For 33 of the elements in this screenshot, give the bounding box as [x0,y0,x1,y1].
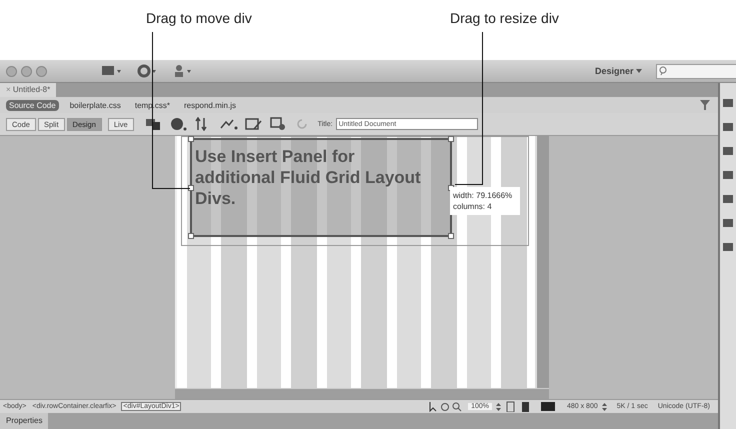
resize-handle[interactable] [448,136,454,142]
workspace-dropdown[interactable]: Designer [594,66,642,76]
horizontal-scrollbar[interactable] [175,388,549,399]
div-placeholder-text: Use Insert Panel for additional Fluid Grid Layout Divs. [195,146,422,209]
panel-icon[interactable] [722,193,734,205]
callout-label: Drag to move div [146,10,252,26]
document-tab[interactable]: × Untitled-8* [0,83,56,97]
fluid-grid-div[interactable]: Use Insert Panel for additional Fluid Grid Layout Divs. [190,138,452,237]
device-size-icon[interactable] [504,401,557,412]
related-file-tab[interactable]: Source Code [6,100,59,110]
resize-handle[interactable] [448,233,454,239]
stepper-icon[interactable] [602,402,607,410]
stepper-icon[interactable] [496,402,501,410]
gear-icon[interactable] [137,64,159,78]
resize-handle[interactable] [188,136,194,142]
panel-icon[interactable] [722,145,734,157]
panel-icon[interactable] [722,217,734,229]
properties-tab[interactable]: Properties [0,413,48,429]
filter-icon[interactable] [700,100,710,110]
tooltip-text: width: 79.1666% [453,190,514,201]
layout-icon[interactable] [101,64,123,78]
search-icon [659,66,669,76]
callout-label: Drag to resize div [450,10,559,26]
panel-icon[interactable] [722,241,734,253]
search-field[interactable] [656,64,736,78]
resize-handle[interactable] [188,185,194,191]
panel-icon[interactable] [722,121,734,133]
resize-handle[interactable] [188,233,194,239]
panel-icon[interactable] [722,97,734,109]
tooltip-text: columns: 4 [453,201,493,212]
panel-icon[interactable] [722,169,734,181]
vertical-scrollbar[interactable] [535,136,549,388]
caret-icon [636,69,642,74]
